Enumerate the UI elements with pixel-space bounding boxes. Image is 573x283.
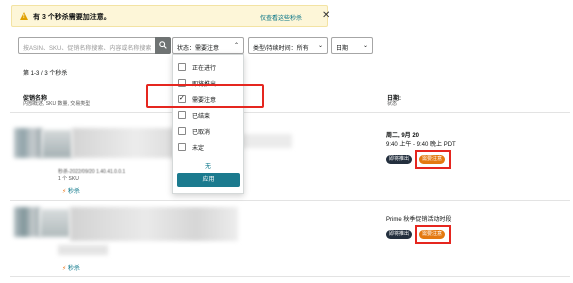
apply-button[interactable]: 应用 (177, 173, 240, 187)
highlight-box (415, 150, 451, 169)
date-filter-label: 日期 (336, 46, 349, 52)
flame-icon: ⚡ (62, 266, 67, 272)
search-input[interactable]: 按ASIN、SKU、促销名称搜索、内容或名称搜索 (18, 37, 156, 54)
checkbox[interactable] (178, 111, 186, 119)
deal-date: 周二, 9月 20 (386, 133, 420, 139)
promotion-name-blurred (70, 207, 238, 241)
status-option-label: 已结束 (192, 114, 211, 120)
header-divider (10, 112, 570, 113)
chevron-down-icon: ⌄ (317, 43, 323, 49)
search-placeholder: 按ASIN、SKU、促销名称搜索、内容或名称搜索 (23, 46, 152, 52)
chevron-up-icon: ⌃ (233, 43, 239, 49)
status-badge-upcoming: 即将推出 (386, 155, 413, 164)
product-thumbnail (14, 128, 42, 158)
deal-time: 9:40 上午 - 9:40 晚上 PDT (386, 142, 456, 148)
date-filter-dropdown[interactable]: 日期 ⌄ (331, 37, 373, 54)
product-thumbnail-blur (42, 130, 72, 158)
status-option-label: 正在进行 (192, 66, 217, 72)
status-badge-upcoming: 即将推出 (386, 230, 413, 239)
status-filter-dropdown[interactable]: 状态：需要注意 ⌃ (172, 37, 244, 54)
warning-icon: ! (20, 12, 28, 20)
highlight-box (415, 225, 451, 244)
sku-count: 1 个 SKU (58, 176, 79, 182)
deal-type: ⚡ 秒杀 (62, 263, 80, 272)
row-divider (10, 276, 570, 277)
status-dropdown-menu: 正在进行 即将推出 需要注意 已结束 已取消 未定 无 应用 (172, 54, 244, 194)
highlight-box (146, 84, 264, 108)
checkbox[interactable] (178, 127, 186, 135)
view-only-these-link[interactable]: 仅查看这些秒杀 (260, 13, 302, 22)
type-filter-dropdown[interactable]: 类型/持续时间：所有 ⌄ (248, 37, 328, 54)
flame-icon: ⚡ (62, 189, 67, 195)
type-filter-label: 类型/持续时间：所有 (253, 46, 309, 52)
checkbox[interactable] (178, 143, 186, 151)
checkbox[interactable] (178, 63, 186, 71)
alert-message: 有 3 个秒杀需要加注意。 (33, 14, 111, 21)
product-thumbnail (14, 207, 40, 237)
product-thumbnail-blur (40, 209, 70, 237)
status-option-label: 已取消 (192, 130, 211, 136)
status-filter-label: 状态：需要注意 (177, 46, 220, 52)
deal-type: ⚡ 秒杀 (62, 186, 80, 195)
column-header-name-sub: 内部概述, SKU 数量, 交易类型 (23, 101, 91, 107)
status-option-label: 未定 (192, 146, 205, 152)
search-icon (159, 41, 167, 49)
chevron-down-icon: ⌄ (362, 43, 368, 49)
row-divider (10, 200, 570, 201)
search-button[interactable] (155, 37, 171, 54)
result-count: 第 1-3 / 3 个秒杀 (23, 71, 68, 77)
promotion-id: 秒杀-2022/09/20 1.40.41.0.0.1 (58, 169, 126, 175)
deal-type-label: 秒杀 (67, 189, 80, 195)
deal-event: Prime 秋季促销活动时段 (386, 217, 452, 223)
close-icon[interactable]: ✕ (322, 10, 330, 21)
select-none-link[interactable]: 无 (173, 161, 243, 170)
promotion-meta-blurred (58, 245, 108, 255)
column-header-date-sub: 状态 (387, 101, 398, 107)
attention-alert: ! 有 3 个秒杀需要加注意。 仅查看这些秒杀 ✕ (11, 5, 330, 27)
deal-type-label: 秒杀 (67, 266, 80, 272)
